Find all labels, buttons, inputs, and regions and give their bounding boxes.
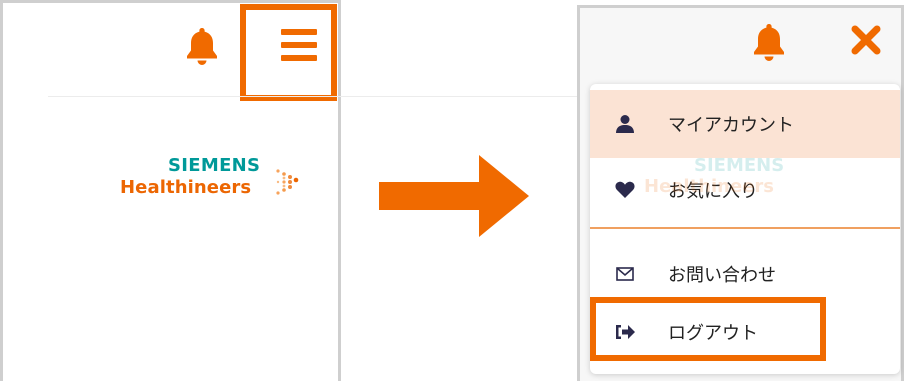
user-icon	[614, 113, 636, 135]
watermark-healthineers-text: Healthineers	[644, 176, 774, 197]
transition-arrow-icon	[379, 155, 529, 237]
menu-divider	[590, 227, 900, 229]
bell-icon[interactable]	[185, 26, 219, 66]
highlight-frame-logout	[590, 297, 826, 361]
bell-icon[interactable]	[752, 22, 786, 62]
logo-siemens-text: SIEMENS	[168, 155, 261, 176]
watermark-siemens-text: SIEMENS	[694, 155, 785, 176]
heart-icon	[614, 179, 636, 201]
siemens-healthineers-logo: SIEMENS Healthineers	[120, 155, 320, 205]
highlight-frame-hamburger	[240, 4, 337, 101]
menu-item-label: マイアカウント	[668, 115, 794, 136]
menu-item-label: お問い合わせ	[668, 265, 776, 286]
background-logo-watermark: SIEMENS Healthineers	[644, 155, 784, 197]
logo-healthineers-text: Healthineers	[120, 177, 252, 198]
menu-item-my-account[interactable]: マイアカウント	[590, 90, 900, 158]
close-icon[interactable]	[848, 22, 884, 58]
envelope-icon	[614, 263, 636, 285]
logo-dots-icon	[276, 169, 299, 195]
